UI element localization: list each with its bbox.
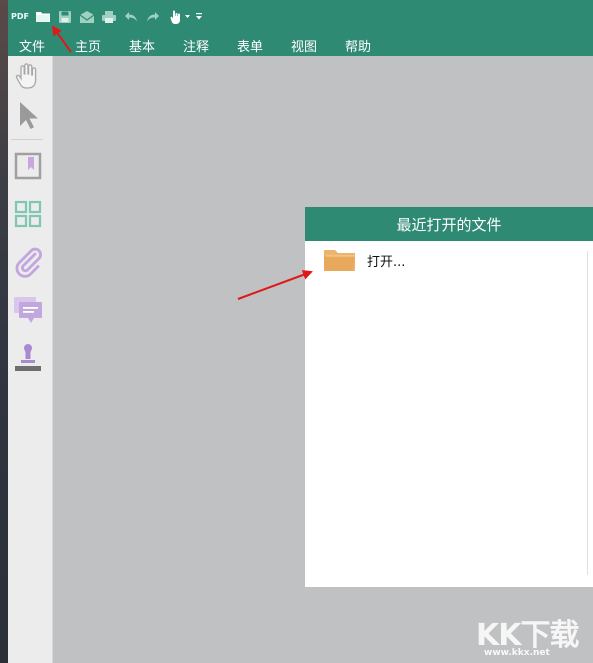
pdf-app-window: PDF 文件 主页 基本 注释 表单 视图 帮助 最近打开的文件 打开... bbox=[8, 0, 593, 663]
annotation-arrow-open bbox=[237, 270, 313, 300]
desktop-background-edge bbox=[0, 0, 8, 663]
watermark: KK下载 www.kkx.net bbox=[476, 610, 591, 660]
watermark-url: www.kkx.net bbox=[484, 648, 550, 658]
annotation-arrow-toolbar bbox=[51, 25, 72, 53]
annotation-arrows bbox=[51, 25, 313, 300]
